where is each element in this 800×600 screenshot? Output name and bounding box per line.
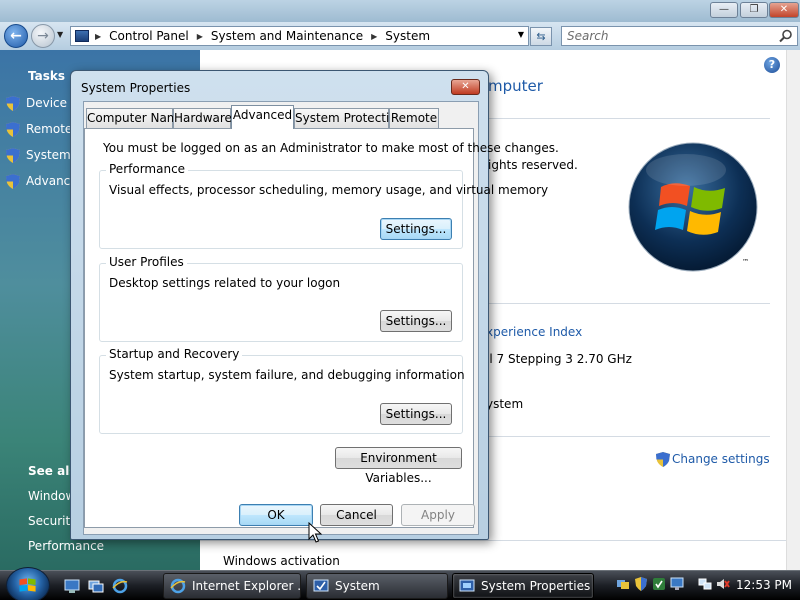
dialog-title: System Properties: [81, 81, 191, 95]
back-button[interactable]: ←: [4, 24, 28, 48]
performance-index-link[interactable]: xperience Index: [486, 325, 582, 339]
processor-value: el 7 Stepping 3 2.70 GHz: [482, 352, 632, 366]
uac-shield-icon: [6, 148, 20, 163]
window-titlebar: — ❐ ✕: [0, 0, 800, 22]
group-description: Visual effects, processor scheduling, me…: [109, 183, 549, 197]
breadcrumb-separator[interactable]: ▶: [371, 32, 377, 41]
copyright-text: ights reserved.: [488, 158, 578, 172]
system-properties-dialog: System Properties ✕ Computer Name Hardwa…: [70, 70, 559, 540]
address-bar[interactable]: ▶ Control Panel ▶ System and Maintenance…: [70, 26, 529, 46]
divider: [200, 540, 786, 541]
trademark-mark: ™: [742, 258, 749, 266]
maximize-button[interactable]: ❐: [740, 2, 768, 18]
help-icon[interactable]: ?: [764, 57, 780, 73]
breadcrumb-separator[interactable]: ▶: [95, 32, 101, 41]
taskbar-item-label[interactable]: System: [335, 579, 380, 593]
performance-settings-button[interactable]: Settings...: [380, 218, 452, 240]
start-button[interactable]: [6, 567, 50, 600]
dialog-body: Computer Name Hardware Advanced System P…: [83, 101, 559, 535]
minimize-button[interactable]: —: [710, 2, 738, 18]
user-profiles-settings-button[interactable]: Settings...: [380, 310, 452, 332]
task-system-protection[interactable]: System: [6, 148, 71, 163]
environment-variables-button[interactable]: Environment Variables...: [335, 447, 462, 485]
task-remote-settings[interactable]: Remote: [6, 122, 72, 137]
volume-muted-icon[interactable]: [716, 577, 730, 591]
clock[interactable]: 12:53 PM: [736, 578, 792, 592]
group-title: Performance: [106, 162, 189, 176]
tab-computer-name[interactable]: Computer Name: [86, 108, 186, 128]
startup-recovery-settings-button[interactable]: Settings...: [380, 403, 452, 425]
user-profiles-group: User Profiles Desktop settings related t…: [99, 255, 463, 342]
search-input[interactable]: [562, 27, 762, 45]
taskbar-item-system[interactable]: System: [306, 573, 448, 599]
search-box[interactable]: [561, 26, 798, 46]
control-panel-icon: [75, 30, 89, 42]
tasks-heading: Tasks: [28, 69, 66, 83]
uac-shield-icon: [656, 452, 670, 467]
group-description: Desktop settings related to your logon: [109, 276, 341, 290]
defender-icon[interactable]: [652, 577, 666, 591]
startup-recovery-group: Startup and Recovery System startup, sys…: [99, 347, 465, 434]
see-also-performance[interactable]: Performance: [28, 539, 104, 553]
advanced-tab-page: You must be logged on as an Administrato…: [84, 128, 559, 528]
breadcrumb-system[interactable]: System: [385, 29, 430, 43]
task-advanced-settings[interactable]: Advanc: [6, 174, 70, 189]
main-scrollbar[interactable]: [786, 50, 800, 570]
recent-pages-dropdown[interactable]: ▼: [57, 30, 63, 39]
refresh-button[interactable]: ⇆: [530, 27, 552, 46]
internet-explorer-icon: [170, 578, 186, 594]
forward-button[interactable]: →: [31, 24, 55, 48]
divider: [488, 118, 770, 119]
group-title: User Profiles: [106, 255, 187, 269]
internet-explorer-icon[interactable]: [112, 578, 128, 594]
taskbar-item-label[interactable]: System Properties: [481, 579, 590, 593]
mouse-pointer-icon: [308, 522, 322, 543]
cancel-button[interactable]: Cancel: [320, 504, 393, 526]
close-button[interactable]: ✕: [769, 2, 799, 18]
dialog-close-button[interactable]: ✕: [451, 79, 480, 95]
switch-windows-icon[interactable]: [88, 578, 104, 594]
page-title: mputer: [488, 77, 543, 95]
divider: [488, 303, 770, 304]
change-settings-label[interactable]: Change settings: [672, 452, 770, 466]
tab-advanced[interactable]: Advanced: [231, 105, 294, 129]
address-dropdown-icon[interactable]: ▼: [518, 30, 524, 39]
breadcrumb-control-panel[interactable]: Control Panel: [109, 29, 189, 43]
windows-logo: [628, 142, 758, 272]
tab-remote[interactable]: Remote: [389, 108, 439, 128]
task-label[interactable]: Advanc: [26, 174, 70, 188]
windows-activation-heading: Windows activation: [223, 554, 340, 568]
task-label[interactable]: Remote: [26, 122, 72, 136]
uac-shield-icon: [6, 96, 20, 111]
network-sharing-icon[interactable]: [616, 577, 630, 591]
ok-button[interactable]: OK: [239, 504, 313, 526]
task-label[interactable]: System: [26, 148, 71, 162]
taskbar-item-internet-explorer[interactable]: Internet Explorer ...: [163, 573, 301, 599]
network-icon[interactable]: [698, 577, 712, 591]
apply-button[interactable]: Apply: [401, 504, 475, 526]
breadcrumb-separator[interactable]: ▶: [197, 32, 203, 41]
group-title: Startup and Recovery: [106, 347, 243, 361]
taskbar-item-system-properties[interactable]: System Properties: [452, 573, 594, 599]
performance-group: Performance Visual effects, processor sc…: [99, 162, 548, 249]
tab-system-protection[interactable]: System Protection: [294, 108, 404, 128]
uac-shield-icon: [6, 174, 20, 189]
security-shield-icon[interactable]: [634, 577, 648, 591]
show-desktop-icon[interactable]: [64, 578, 80, 594]
display-settings-icon[interactable]: [670, 577, 684, 591]
system-type-value: ystem: [486, 397, 524, 411]
taskbar-item-label[interactable]: Internet Explorer ...: [192, 579, 300, 593]
divider: [488, 436, 770, 437]
breadcrumb-system-and-maintenance[interactable]: System and Maintenance: [211, 29, 363, 43]
system-properties-icon: [459, 579, 475, 592]
windows-flag-icon: [19, 578, 36, 592]
control-panel-icon: [313, 579, 329, 592]
admin-notice: You must be logged on as an Administrato…: [103, 141, 559, 155]
change-settings-link[interactable]: Change settings: [656, 452, 770, 467]
tab-hardware[interactable]: Hardware: [173, 108, 232, 128]
uac-shield-icon: [6, 122, 20, 137]
search-icon[interactable]: [779, 29, 793, 43]
taskbar: Internet Explorer ... System System Prop…: [0, 567, 800, 600]
group-description: System startup, system failure, and debu…: [109, 368, 465, 382]
